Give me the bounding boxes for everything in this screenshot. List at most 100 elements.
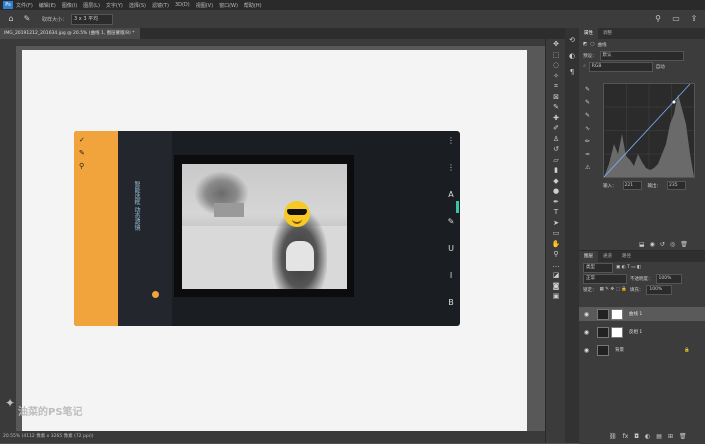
eyedropper-icon[interactable]: ✎ (546, 102, 566, 113)
share-icon[interactable]: ⇪ (689, 14, 699, 24)
fx-icon[interactable]: fx (623, 433, 629, 440)
menu-select[interactable]: 选择(S) (129, 2, 146, 9)
canvas-area[interactable]: ✓ ✎ ⚲ 智能选框 动态滤镜 ⋮ ⋮ A ✎ U I B (16, 46, 545, 431)
workspace-icon[interactable]: ▭ (671, 14, 681, 24)
view-previous-icon[interactable]: ◉ (650, 241, 655, 248)
pencil-curve-icon[interactable]: ✏ (585, 138, 597, 145)
output-field[interactable]: 235 (667, 181, 686, 190)
visibility-icon[interactable]: ◎ (670, 241, 675, 248)
stamp-tool-icon[interactable]: ♙ (546, 134, 566, 145)
adjust-icon[interactable]: ◐ (565, 52, 579, 60)
crop-tool-icon[interactable]: ⌗ (546, 81, 566, 92)
pen-tool-icon[interactable]: ✒ (546, 197, 566, 208)
menu-layer[interactable]: 图层(L) (83, 2, 100, 9)
curves-graph[interactable] (603, 83, 695, 178)
lock-icon[interactable]: 🔒 (684, 348, 690, 353)
more-tools-icon[interactable]: … (546, 260, 566, 271)
path-select-icon[interactable]: ➤ (546, 218, 566, 229)
preset-select[interactable]: 默认 (599, 50, 684, 61)
adjustment-layer-icon[interactable]: ◐ (645, 433, 650, 440)
tab-channels[interactable]: 通道 (598, 251, 617, 262)
tab-properties[interactable]: 属性 (579, 28, 598, 39)
add-mask-icon[interactable]: ◘ (634, 433, 639, 440)
gray-eyedropper-icon[interactable]: ✎ (585, 99, 597, 106)
color-swatch-icon[interactable]: ◪ (546, 270, 566, 281)
layer-kind-select[interactable]: 类型 (583, 262, 613, 273)
reset-icon[interactable]: ↺ (660, 241, 665, 248)
paragraph-icon[interactable]: ¶ (565, 68, 579, 76)
trash-icon[interactable]: 🗑 (680, 241, 688, 248)
menu-3d[interactable]: 3D(D) (175, 2, 190, 8)
menu-file[interactable]: 文件(F) (16, 2, 33, 9)
eraser-tool-icon[interactable]: ▱ (546, 155, 566, 166)
auto-button[interactable]: 自动 (656, 64, 665, 70)
move-tool-icon[interactable]: ✥ (546, 39, 566, 50)
tab-layers[interactable]: 图层 (579, 251, 598, 262)
eye-icon[interactable]: ◉ (582, 347, 591, 354)
sample-size-select[interactable]: 3 x 3 平均 (71, 13, 114, 25)
history-icon[interactable]: ⟲ (565, 36, 579, 44)
clip-to-layer-icon[interactable]: ⬓ (639, 241, 645, 248)
brush-tool-icon[interactable]: ✐ (546, 123, 566, 134)
layer-mask-thumb[interactable] (611, 326, 623, 338)
layer-name[interactable]: 曲线 1 (629, 311, 642, 317)
menu-edit[interactable]: 编辑(E) (39, 2, 56, 9)
opacity-field[interactable]: 100% (655, 273, 682, 284)
hand-adjust-icon[interactable]: ☝ (583, 64, 586, 69)
eyedropper-tool-icon[interactable]: ✎ (22, 14, 32, 24)
layer-name[interactable]: 背景 (615, 347, 624, 353)
tab-paths[interactable]: 路径 (617, 251, 636, 262)
gradient-tool-icon[interactable]: ▮ (546, 165, 566, 176)
document-tab[interactable]: IMG_20191212_201634.jpg @ 20.5% (曲线 1, 图… (0, 28, 140, 39)
link-icon[interactable]: ⛓ (609, 433, 617, 440)
search-icon[interactable]: ⚲ (653, 14, 663, 24)
history-brush-icon[interactable]: ↺ (546, 144, 566, 155)
layer-row[interactable]: ◉ 反相 1 (579, 325, 705, 339)
layer-row[interactable]: ◉ 背景 🔒 (579, 343, 705, 357)
marquee-tool-icon[interactable]: ⬚ (546, 50, 566, 61)
lasso-tool-icon[interactable]: ◌ (546, 60, 566, 71)
screen-mode-icon[interactable]: ▣ (546, 291, 566, 302)
quickmask-icon[interactable]: ◙ (546, 281, 566, 292)
filter-icons[interactable]: ▣ ◐ T ▭ ◧ (616, 265, 641, 270)
layer-row[interactable]: ◉ 曲线 1 (579, 307, 705, 321)
layer-mask-thumb[interactable] (611, 308, 623, 320)
layer-name[interactable]: 反相 1 (629, 329, 642, 335)
eye-icon[interactable]: ◉ (582, 329, 591, 336)
smooth-icon[interactable]: ≈ (585, 151, 597, 158)
photoshop-logo[interactable]: Ps (3, 1, 13, 9)
blur-tool-icon[interactable]: ◆ (546, 176, 566, 187)
shape-tool-icon[interactable]: ▭ (546, 228, 566, 239)
hand-tool-icon[interactable]: ✋ (546, 239, 566, 250)
ruler-vertical[interactable] (9, 46, 16, 431)
type-tool-icon[interactable]: T (546, 207, 566, 218)
white-eyedropper-icon[interactable]: ✎ (585, 112, 597, 119)
new-layer-icon[interactable]: ⊞ (668, 433, 673, 440)
dodge-tool-icon[interactable]: ● (546, 186, 566, 197)
menu-help[interactable]: 帮助(H) (244, 2, 262, 9)
menu-image[interactable]: 图像(I) (62, 2, 77, 9)
frame-tool-icon[interactable]: ⊠ (546, 92, 566, 103)
mask-icon[interactable]: ▢ (590, 42, 594, 47)
menu-window[interactable]: 窗口(W) (219, 2, 238, 9)
lock-icons[interactable]: ▦ ✎ ✥ ⬚ 🔒 (600, 287, 627, 292)
blend-mode-select[interactable]: 正常 (583, 273, 627, 284)
menu-view[interactable]: 视图(V) (196, 2, 213, 9)
input-field[interactable]: 221 (622, 181, 642, 190)
curve-point-icon[interactable]: ∿ (585, 125, 597, 132)
menu-filter[interactable]: 滤镜(T) (152, 2, 169, 9)
healing-tool-icon[interactable]: ✚ (546, 113, 566, 124)
black-eyedropper-icon[interactable]: ✎ (585, 86, 597, 93)
group-icon[interactable]: ▤ (656, 433, 662, 440)
fill-field[interactable]: 100% (646, 284, 673, 295)
quick-select-tool-icon[interactable]: ✧ (546, 71, 566, 82)
home-icon[interactable]: ⌂ (6, 14, 16, 24)
tab-adjustments[interactable]: 调整 (598, 28, 617, 39)
menu-type[interactable]: 文字(Y) (106, 2, 123, 9)
eye-icon[interactable]: ◉ (582, 311, 591, 318)
delete-layer-icon[interactable]: 🗑 (679, 433, 687, 440)
document-canvas[interactable]: ✓ ✎ ⚲ 智能选框 动态滤镜 ⋮ ⋮ A ✎ U I B (22, 50, 527, 431)
zoom-tool-icon[interactable]: ⚲ (546, 249, 566, 260)
clip-warning-icon[interactable]: ⚠ (585, 164, 597, 171)
channel-select[interactable]: RGB (588, 61, 653, 72)
